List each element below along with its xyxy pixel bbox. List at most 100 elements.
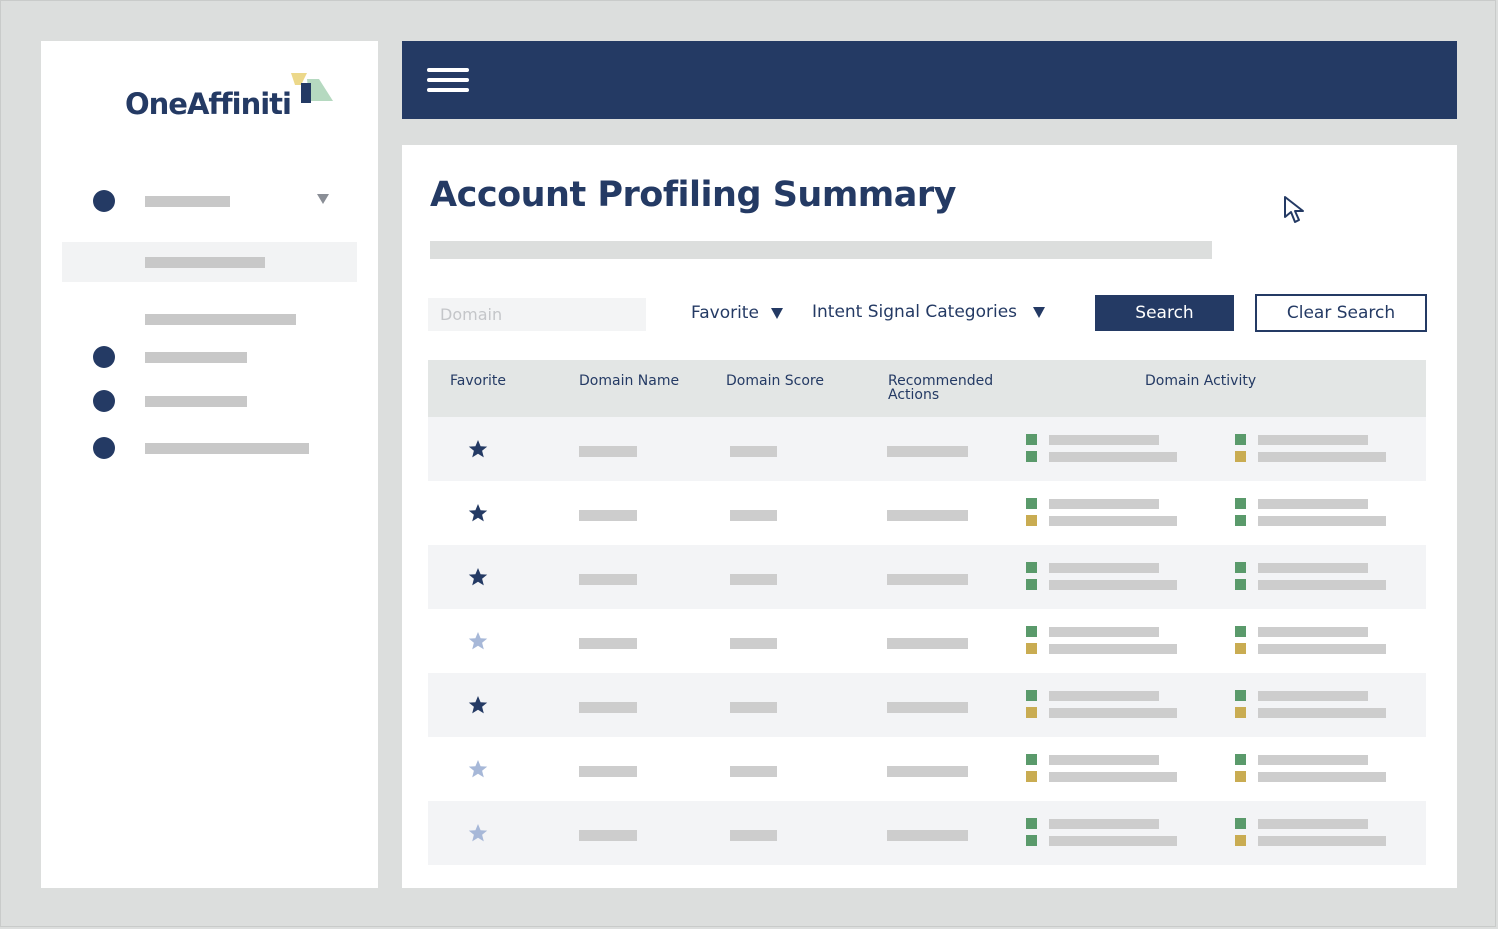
activity-status-yellow — [1026, 515, 1037, 526]
nav-subitem-2-label[interactable] — [145, 314, 296, 325]
star-outline-icon[interactable] — [468, 759, 488, 779]
clear-search-button[interactable]: Clear Search — [1255, 294, 1427, 332]
activity-label — [1049, 516, 1177, 526]
activity-label — [1258, 755, 1368, 765]
recommended-actions-cell — [887, 702, 968, 713]
table-row[interactable] — [428, 737, 1426, 801]
nav-icon-2 — [93, 346, 115, 368]
star-filled-icon[interactable] — [468, 503, 488, 523]
activity-status-green — [1235, 434, 1246, 445]
table-row[interactable] — [428, 801, 1426, 865]
activity-label — [1258, 836, 1386, 846]
activity-status-green — [1235, 579, 1246, 590]
activity-label — [1049, 708, 1177, 718]
activity-label — [1049, 627, 1159, 637]
table-row[interactable] — [428, 609, 1426, 673]
domain-name-cell[interactable] — [579, 830, 637, 841]
table-header: Favorite Domain Name Domain Score Recomm… — [428, 360, 1426, 417]
domain-score-cell — [730, 510, 777, 521]
col-domain-activity[interactable]: Domain Activity — [1145, 374, 1256, 388]
table-row[interactable] — [428, 545, 1426, 609]
intent-signal-dropdown[interactable]: Intent Signal Categories — [812, 302, 1046, 322]
recommended-actions-cell — [887, 766, 968, 777]
nav-item-3-label[interactable] — [145, 396, 247, 407]
activity-status-green — [1235, 690, 1246, 701]
activity-label — [1258, 627, 1368, 637]
activity-status-yellow — [1026, 707, 1037, 718]
caret-down-icon — [1033, 306, 1046, 318]
activity-status-green — [1026, 579, 1037, 590]
domain-name-cell[interactable] — [579, 510, 637, 521]
search-button[interactable]: Search — [1095, 295, 1234, 331]
table-row[interactable] — [428, 673, 1426, 737]
nav-icon-4 — [93, 437, 115, 459]
col-domain-score[interactable]: Domain Score — [726, 374, 824, 388]
nav-subitem-active[interactable] — [62, 242, 357, 282]
col-recommended-actions[interactable]: Recommended Actions — [888, 374, 1008, 402]
top-header — [402, 41, 1457, 119]
nav-item-4-label[interactable] — [145, 443, 309, 454]
activity-label — [1258, 580, 1386, 590]
activity-label — [1049, 499, 1159, 509]
activity-label — [1049, 755, 1159, 765]
mouse-cursor-icon — [1284, 196, 1304, 223]
domain-name-cell[interactable] — [579, 574, 637, 585]
hamburger-icon[interactable] — [427, 68, 469, 94]
activity-status-green — [1026, 690, 1037, 701]
star-filled-icon[interactable] — [468, 567, 488, 587]
activity-status-green — [1235, 498, 1246, 509]
page-description-placeholder — [430, 241, 1212, 259]
activity-label — [1049, 772, 1177, 782]
activity-status-green — [1026, 434, 1037, 445]
domain-name-cell[interactable] — [579, 766, 637, 777]
activity-label — [1258, 452, 1386, 462]
domain-name-cell[interactable] — [579, 638, 637, 649]
activity-label — [1258, 708, 1386, 718]
recommended-actions-cell — [887, 446, 968, 457]
activity-status-green — [1026, 835, 1037, 846]
star-filled-icon[interactable] — [468, 439, 488, 459]
accounts-table: Favorite Domain Name Domain Score Recomm… — [428, 360, 1426, 865]
activity-status-green — [1235, 515, 1246, 526]
activity-label — [1049, 452, 1177, 462]
table-row[interactable] — [428, 481, 1426, 545]
nav-item-1-label[interactable] — [145, 196, 230, 207]
brand-logo[interactable]: OneAffiniti — [125, 71, 335, 131]
chevron-down-icon[interactable] — [317, 194, 329, 204]
domain-score-cell — [730, 446, 777, 457]
col-favorite[interactable]: Favorite — [450, 374, 506, 388]
activity-label — [1258, 644, 1386, 654]
col-domain-name[interactable]: Domain Name — [579, 374, 679, 388]
nav-icon-3 — [93, 390, 115, 412]
recommended-actions-cell — [887, 574, 968, 585]
nav-item-2-label[interactable] — [145, 352, 247, 363]
star-outline-icon[interactable] — [468, 823, 488, 843]
activity-status-yellow — [1235, 771, 1246, 782]
domain-score-cell — [730, 702, 777, 713]
activity-label — [1258, 772, 1386, 782]
activity-status-green — [1026, 451, 1037, 462]
activity-status-green — [1026, 754, 1037, 765]
star-outline-icon[interactable] — [468, 631, 488, 651]
activity-status-yellow — [1235, 451, 1246, 462]
table-row[interactable] — [428, 417, 1426, 481]
domain-name-cell[interactable] — [579, 702, 637, 713]
star-filled-icon[interactable] — [468, 695, 488, 715]
caret-down-icon — [770, 307, 783, 319]
logo-mark-icon — [291, 73, 333, 103]
activity-label — [1258, 435, 1368, 445]
activity-label — [1258, 819, 1368, 829]
domain-score-cell — [730, 766, 777, 777]
table-body — [428, 417, 1426, 865]
activity-status-yellow — [1026, 771, 1037, 782]
domain-search-input[interactable] — [428, 298, 646, 331]
intent-filter-label: Intent Signal Categories — [812, 302, 1018, 322]
activity-label — [1049, 819, 1159, 829]
activity-label — [1049, 836, 1177, 846]
favorite-filter-dropdown[interactable]: Favorite — [691, 303, 783, 323]
activity-status-green — [1235, 562, 1246, 573]
domain-score-cell — [730, 638, 777, 649]
recommended-actions-cell — [887, 510, 968, 521]
domain-name-cell[interactable] — [579, 446, 637, 457]
sidebar: OneAffiniti — [41, 41, 378, 888]
